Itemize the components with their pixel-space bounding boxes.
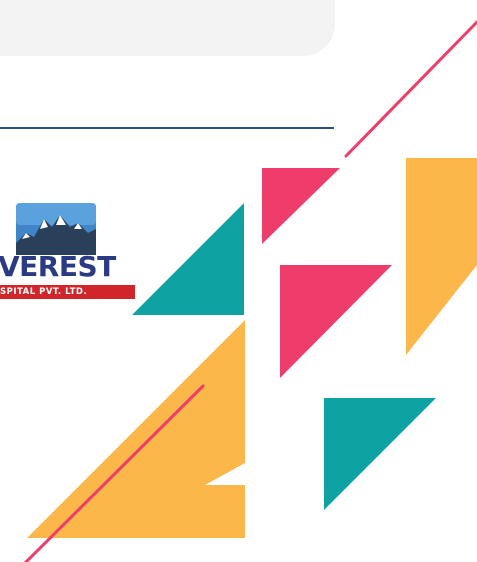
hospital-logo: VEREST SPITAL PVT. LTD.	[0, 203, 140, 299]
pink-triangle-middle	[280, 265, 392, 378]
page: VEREST SPITAL PVT. LTD.	[0, 0, 477, 562]
pink-triangle-top	[262, 168, 340, 244]
teal-triangle-bottom	[324, 398, 436, 510]
yellow-shape-right	[406, 158, 477, 355]
pink-diagonal-line-top	[344, 20, 477, 158]
yellow-shape-bottom	[27, 320, 245, 538]
logo-text: VEREST	[0, 250, 116, 283]
logo-subtitle: SPITAL PVT. LTD.	[0, 285, 135, 299]
teal-triangle-left	[132, 203, 244, 315]
mountain-logo-icon	[16, 203, 96, 255]
